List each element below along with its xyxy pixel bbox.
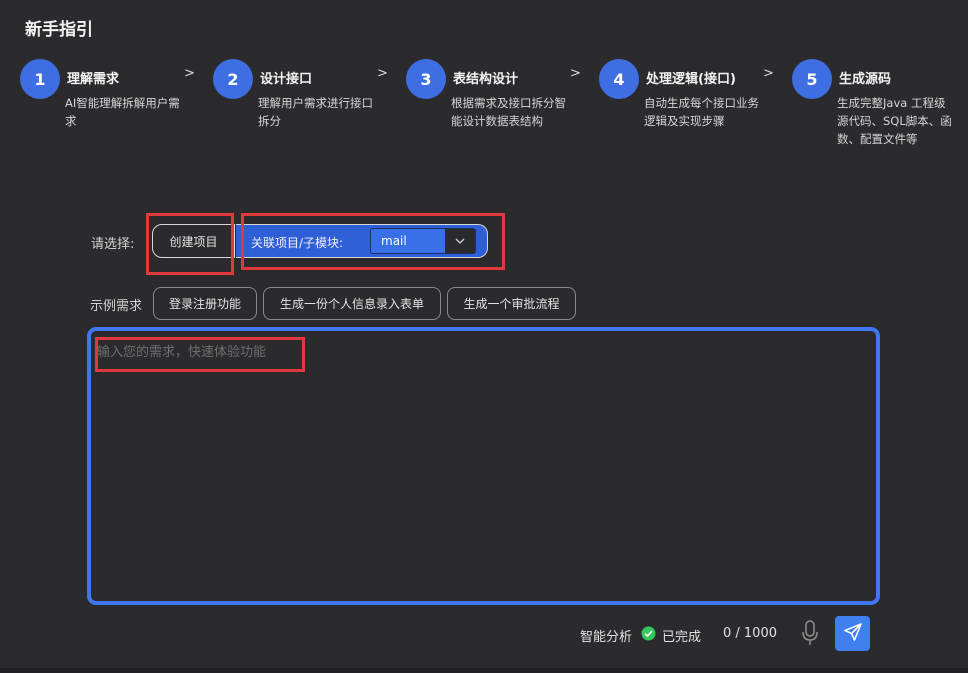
example-chip[interactable]: 生成一个审批流程 [447, 287, 576, 320]
page-title: 新手指引 [25, 20, 93, 40]
example-chip[interactable]: 生成一份个人信息录入表单 [263, 287, 441, 320]
step-title: 设计接口 [260, 72, 313, 87]
step-description: 理解用户需求进行接口拆分 [258, 96, 373, 128]
requirement-input[interactable]: 输入您的需求，快速体验功能 [87, 327, 880, 605]
step-number: 1 [20, 59, 60, 99]
examples-label: 示例需求 [90, 299, 143, 314]
step-number: 2 [213, 59, 253, 99]
step-separator: > [763, 66, 774, 81]
step-title: 处理逻辑(接口) [646, 72, 736, 87]
select-label: 请选择: [91, 237, 135, 252]
associate-project-label: 关联项目/子模块: [251, 236, 344, 250]
requirement-input-placeholder: 输入您的需求，快速体验功能 [97, 345, 267, 360]
send-button[interactable] [835, 616, 870, 651]
bottom-divider [0, 668, 968, 673]
example-chip[interactable]: 登录注册功能 [153, 287, 257, 320]
step-number: 5 [792, 59, 832, 99]
step-description: AI智能理解拆解用户需求 [65, 96, 180, 128]
char-counter: 0 / 1000 [723, 626, 777, 641]
step-separator: > [377, 66, 388, 81]
microphone-icon[interactable] [800, 619, 820, 647]
check-circle-icon [641, 626, 656, 641]
step-separator: > [570, 66, 581, 81]
step-description: 生成完整Java 工程级源代码、SQL脚本、函数、配置文件等 [837, 96, 952, 146]
chevron-down-icon[interactable] [445, 229, 475, 253]
step-title: 理解需求 [67, 72, 120, 87]
step-separator: > [184, 66, 195, 81]
module-select-value: mail [381, 234, 407, 248]
step-description: 自动生成每个接口业务逻辑及实现步骤 [644, 96, 759, 128]
module-select[interactable]: mail [370, 228, 476, 254]
associate-project-group: 关联项目/子模块: mail [236, 224, 488, 258]
step-number: 4 [599, 59, 639, 99]
step-title: 生成源码 [839, 72, 892, 87]
status-text: 已完成 [662, 630, 702, 645]
step-title: 表结构设计 [453, 72, 519, 87]
send-icon [843, 622, 863, 646]
step-description: 根据需求及接口拆分智能设计数据表结构 [451, 96, 566, 128]
create-project-button[interactable]: 创建项目 [152, 224, 235, 258]
analysis-label: 智能分析 [580, 630, 633, 645]
step-number: 3 [406, 59, 446, 99]
